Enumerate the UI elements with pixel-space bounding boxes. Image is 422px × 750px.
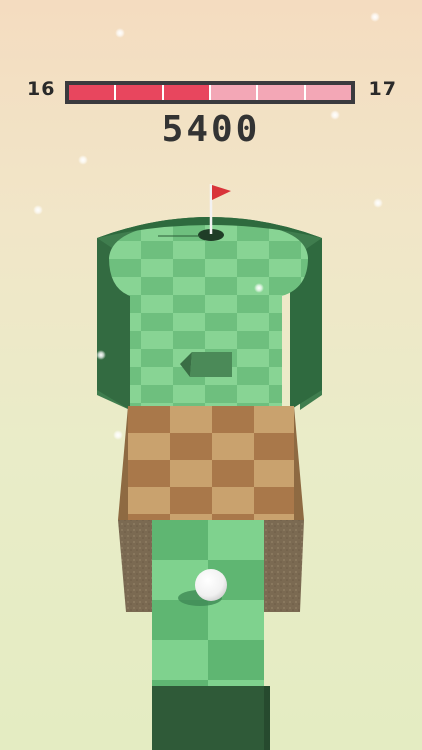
sparkle [115, 28, 125, 38]
progress-segment-empty [256, 85, 304, 100]
sparkle [113, 430, 123, 440]
sand-surface [128, 406, 294, 522]
score-display: 5400 [161, 109, 261, 150]
dirt-wall-right [264, 520, 304, 612]
progress-segment-empty [208, 85, 257, 100]
progress-segment-filled [114, 85, 162, 100]
golf-ball[interactable] [195, 569, 227, 601]
sparkle [254, 283, 264, 293]
sand-edge-right [294, 406, 304, 522]
flag-icon [212, 185, 231, 200]
sparkle [78, 155, 88, 165]
obstacle-block [190, 352, 232, 377]
sparkle [96, 350, 106, 360]
dirt-wall-left [118, 520, 152, 612]
progress-segment-empty [303, 85, 351, 100]
progress-segment-filled [161, 85, 209, 100]
sparkle [33, 205, 43, 215]
next-level-label: 17 [368, 78, 397, 100]
fairway-front-wall [152, 686, 270, 750]
progress-track [69, 85, 351, 100]
fairway-front-wall-shade [264, 686, 270, 750]
level-progress-bar [65, 81, 355, 104]
progress-segment-filled [69, 85, 115, 100]
putting-green [109, 222, 308, 410]
sparkle [373, 198, 383, 208]
sand-edge-left [118, 406, 128, 522]
current-level-label: 16 [27, 78, 56, 100]
sparkle [370, 12, 380, 22]
